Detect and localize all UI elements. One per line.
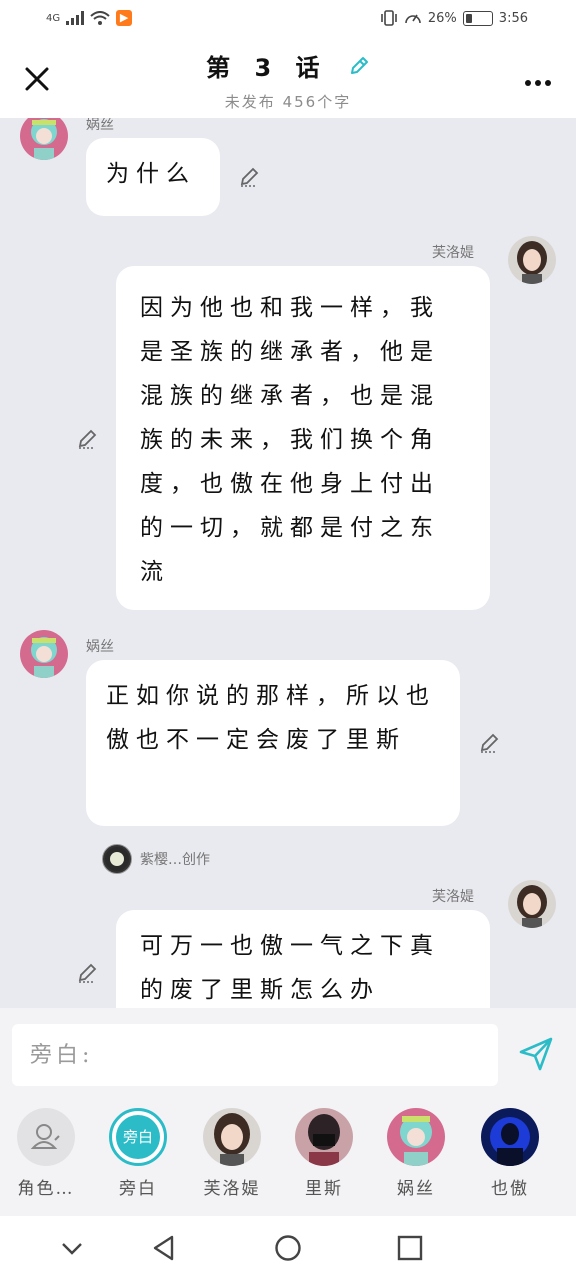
avatar-wasi[interactable] — [20, 118, 68, 160]
header: 第 3 话 未发布 456个字 — [0, 40, 576, 118]
battery-percent: 26% — [427, 10, 457, 26]
status-left: 4G ▶ — [46, 10, 133, 26]
narrator-circle-text: 旁白 — [122, 1128, 153, 1146]
pencil-icon — [240, 167, 259, 187]
narration-input[interactable] — [12, 1024, 498, 1086]
edit-message-icon[interactable] — [76, 428, 98, 450]
creator-note: 紫樱…创作 — [102, 844, 210, 874]
recents-square-icon — [397, 1235, 423, 1261]
lisi-avatar-image — [295, 1108, 353, 1166]
message-text: 因为他也和我一样，我是圣族的继承者，他是混族的继承者，也是混族的未来，我们换个角… — [140, 295, 440, 585]
wifi-icon — [90, 11, 110, 25]
vibrate-icon — [381, 10, 397, 26]
character-label: 旁白 — [119, 1179, 157, 1199]
character-avatar — [203, 1108, 261, 1166]
wasi-avatar-image — [20, 118, 68, 160]
message-text: 为什么 — [106, 161, 196, 187]
more-button[interactable] — [524, 64, 552, 94]
message-text: 可万一也傲一气之下真的废了里斯怎么办 — [140, 933, 440, 1003]
fuluoti-avatar-image — [203, 1108, 261, 1166]
add-person-icon — [30, 1124, 60, 1149]
edit-message-icon[interactable] — [478, 732, 500, 754]
character-label: 角色… — [17, 1179, 75, 1199]
character-narrator[interactable]: 旁白 旁白 — [102, 1108, 174, 1199]
character-yeao[interactable]: 也傲 — [474, 1108, 546, 1199]
character-label: 娲丝 — [397, 1179, 435, 1199]
character-avatar — [387, 1108, 445, 1166]
network-label: 4G — [46, 12, 61, 24]
title-area: 第 3 话 未发布 456个字 — [0, 48, 576, 112]
character-wasi[interactable]: 娲丝 — [380, 1108, 452, 1199]
pencil-icon — [350, 57, 368, 74]
back-triangle-icon — [153, 1235, 174, 1261]
pencil-icon — [480, 733, 499, 753]
fuluoti-avatar-image — [508, 236, 556, 284]
narrator-inner: 旁白 — [116, 1115, 160, 1159]
pencil-icon — [78, 429, 97, 449]
edit-message-icon[interactable] — [238, 166, 260, 188]
edit-message-icon[interactable] — [76, 962, 98, 984]
character-label: 也傲 — [491, 1179, 529, 1199]
system-navigation-bar — [0, 1216, 576, 1280]
recents-button[interactable] — [396, 1234, 424, 1262]
narration-input-box[interactable] — [12, 1024, 498, 1086]
creator-note-text: 紫樱…创作 — [140, 852, 210, 868]
battery-icon — [462, 10, 493, 26]
character-selector: 角色… 旁白 旁白 芙洛媞 里斯 娲丝 也傲 — [0, 1098, 576, 1216]
character-label: 里斯 — [305, 1179, 343, 1199]
send-icon — [519, 1037, 553, 1071]
yeao-avatar-image — [481, 1108, 539, 1166]
hide-keyboard-button[interactable] — [58, 1234, 86, 1262]
message-bubble[interactable]: 正如你说的那样，所以也傲也不一定会废了里斯 — [86, 660, 460, 826]
flower-icon — [105, 847, 129, 871]
signal-icon — [66, 11, 85, 25]
chapter-subtitle: 未发布 456个字 — [224, 93, 352, 111]
speed-icon — [405, 14, 421, 24]
character-manage[interactable]: 角色… — [10, 1108, 82, 1199]
back-button[interactable] — [150, 1234, 178, 1262]
narrator-circle: 旁白 — [109, 1108, 167, 1166]
character-fuluoti[interactable]: 芙洛媞 — [196, 1108, 268, 1199]
video-app-icon: ▶ — [116, 10, 133, 26]
speaker-name: 芙洛媞 — [432, 245, 474, 261]
avatar-fuluoti[interactable] — [508, 880, 556, 928]
message-text: 正如你说的那样，所以也傲也不一定会废了里斯 — [106, 683, 436, 753]
chapter-title-text: 第 3 话 — [206, 54, 328, 82]
home-circle-icon — [275, 1235, 301, 1261]
more-icon — [525, 80, 551, 86]
home-button[interactable] — [274, 1234, 302, 1262]
message-bubble[interactable]: 因为他也和我一样，我是圣族的继承者，他是混族的继承者，也是混族的未来，我们换个角… — [116, 266, 490, 610]
speaker-name: 芙洛媞 — [432, 889, 474, 905]
message-bubble[interactable]: 可万一也傲一气之下真的废了里斯怎么办 — [116, 910, 490, 1008]
speaker-name: 娲丝 — [86, 118, 114, 133]
speaker-name: 娲丝 — [86, 639, 114, 655]
creator-avatar — [102, 844, 132, 874]
character-manage-circle — [17, 1108, 75, 1166]
fuluoti-avatar-image — [508, 880, 556, 928]
avatar-wasi[interactable] — [20, 630, 68, 678]
status-right: 26% 3:56 — [380, 10, 528, 26]
wasi-avatar-image — [20, 630, 68, 678]
composer — [0, 1008, 576, 1098]
message-bubble[interactable]: 为什么 — [86, 138, 220, 216]
clock: 3:56 — [498, 10, 528, 26]
edit-title-icon[interactable] — [348, 55, 370, 83]
character-avatar — [295, 1108, 353, 1166]
pencil-icon — [78, 963, 97, 983]
status-bar: 4G ▶ 26% 3:56 — [0, 0, 576, 40]
chapter-title[interactable]: 第 3 话 — [0, 48, 576, 83]
character-lisi[interactable]: 里斯 — [288, 1108, 360, 1199]
character-label: 芙洛媞 — [203, 1179, 261, 1199]
wasi-avatar-image — [387, 1108, 445, 1166]
avatar-fuluoti[interactable] — [508, 236, 556, 284]
chevron-down-icon — [62, 1243, 82, 1255]
character-avatar — [481, 1108, 539, 1166]
send-button[interactable] — [518, 1036, 554, 1072]
chat-area[interactable]: 娲丝 为什么 芙洛媞 因为他也和我一样，我是圣族的继承者，他是混族的继承者，也是… — [0, 118, 576, 1008]
